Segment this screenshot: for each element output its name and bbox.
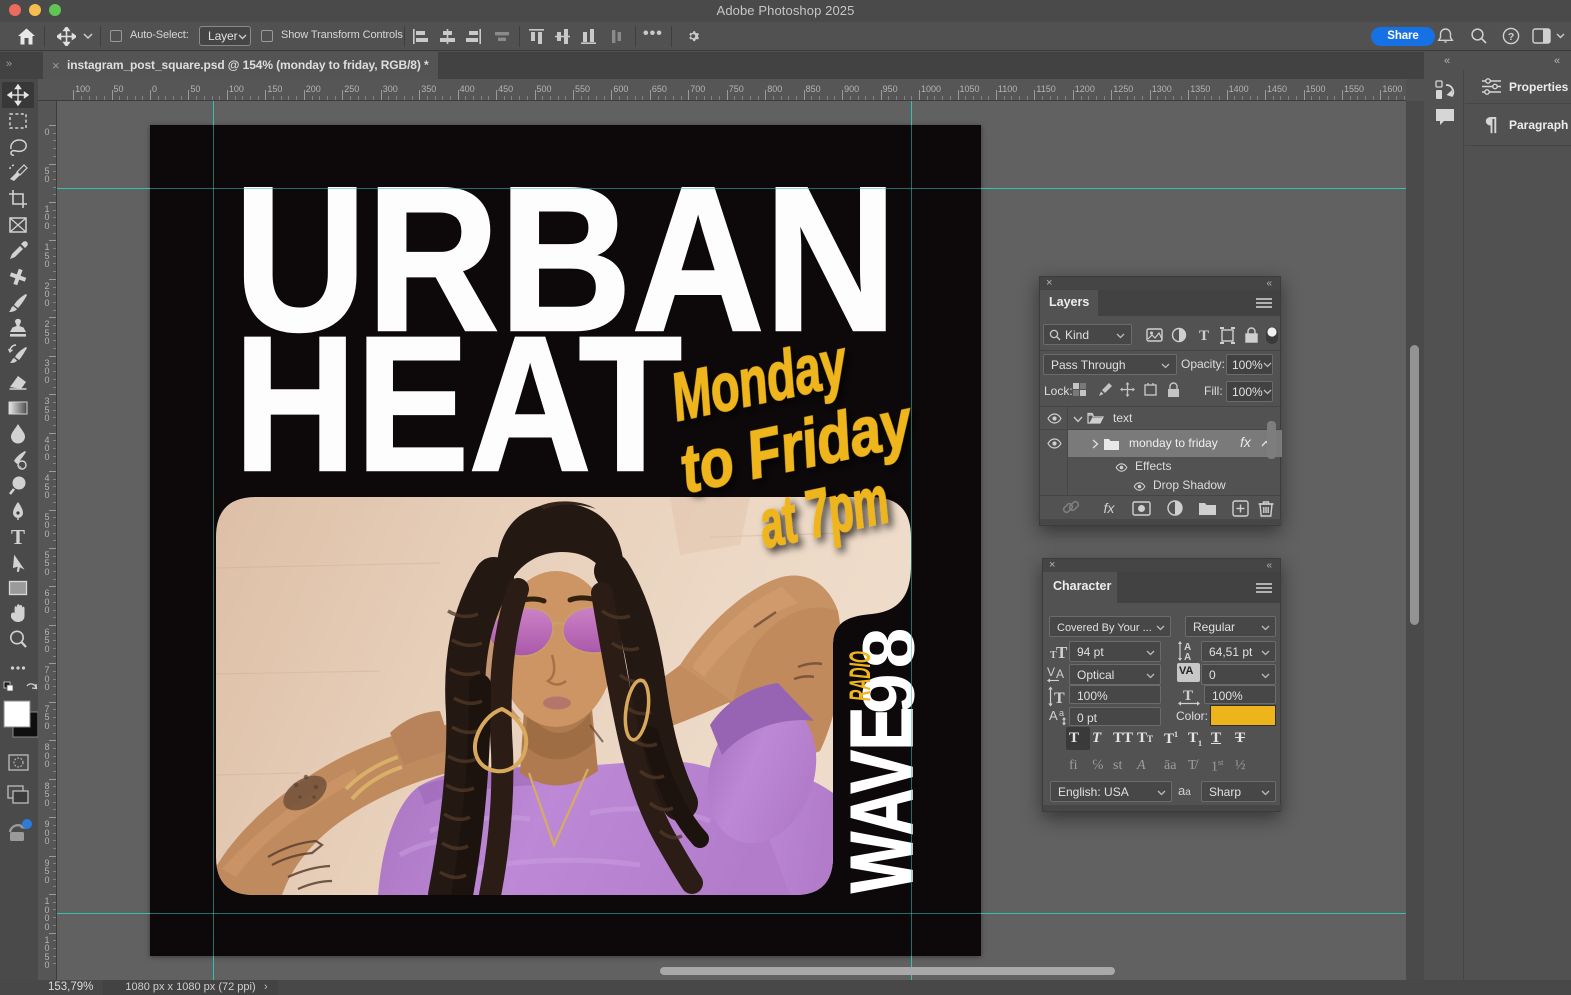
svg-text:V: V [1047, 665, 1055, 679]
svg-text:RADIO: RADIO [844, 651, 877, 701]
svg-text:A: A [1184, 652, 1191, 662]
svg-text:a: a [1059, 708, 1064, 718]
svg-text:T: T [11, 525, 25, 549]
svg-text:T: T [1199, 328, 1209, 344]
svg-text:WAVE: WAVE [832, 707, 931, 893]
svg-text:fx: fx [1104, 500, 1116, 516]
svg-text:A: A [1049, 708, 1058, 723]
svg-text:T: T [1183, 688, 1193, 704]
svg-text:A: A [1056, 667, 1064, 681]
svg-text:T: T [1054, 690, 1065, 707]
svg-text:T: T [1056, 643, 1068, 661]
svg-text:?: ? [1508, 31, 1514, 43]
svg-text:HEAT: HEAT [234, 296, 682, 511]
